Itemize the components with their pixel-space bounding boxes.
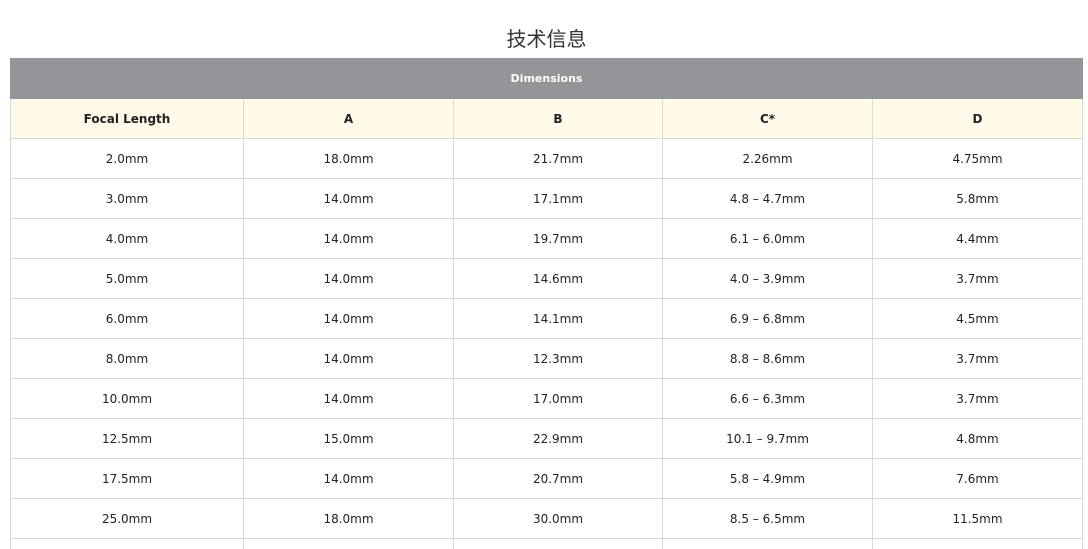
table-cell: 20.7mm [454,459,663,499]
table-cell: 8.5 – 6.5mm [663,499,873,539]
table-cell: 14.1mm [454,299,663,339]
table-column-header-row: Focal Length A B C* D [11,99,1083,139]
table-cell: 4.8mm [873,419,1083,459]
table-cell: 4.5mm [873,299,1083,339]
table-cell: 4.0 – 3.9mm [663,259,873,299]
table-row: 12.5mm 15.0mm 22.9mm 10.1 – 9.7mm 4.8mm [11,419,1083,459]
table-cell: 2.0mm [11,139,244,179]
table-cell: 3.7mm [873,259,1083,299]
table-cell: 6.6 – 6.3mm [663,379,873,419]
table-cell: 12.5mm [11,419,244,459]
table-row: 4.0mm 14.0mm 19.7mm 6.1 – 6.0mm 4.4mm [11,219,1083,259]
table-cell: 14.0mm [244,459,454,499]
table-cell: 14.0mm [244,339,454,379]
table-row: 25.0mm 18.0mm 30.0mm 8.5 – 6.5mm 11.5mm [11,499,1083,539]
table-cell: 21.7mm [454,139,663,179]
table-cell: 6.0mm [11,299,244,339]
table-cell: 15.0mm [244,419,454,459]
page-title: 技术信息 [0,24,1088,54]
dimensions-table: Dimensions Focal Length A B C* D 2.0mm 1… [10,58,1083,549]
table-cell: 8.0mm [11,339,244,379]
table-cell: 2.26mm [663,139,873,179]
column-header-c: C* [663,99,873,139]
table-cell: 5.8 – 4.9mm [663,459,873,499]
table-cell: 4.8 – 4.7mm [663,179,873,219]
table-cell: 3.7mm [873,339,1083,379]
table-group-header-row: Dimensions [11,59,1083,99]
table-cell: 5.0mm [11,259,244,299]
table-cell: 14.6mm [454,259,663,299]
table-cell: 8.8 – 8.6mm [663,339,873,379]
table-cell: 7.6mm [873,459,1083,499]
column-header-focal-length: Focal Length [11,99,244,139]
table-cell: 17.0mm [454,379,663,419]
table-cell: 6.9 – 6.8mm [663,299,873,339]
column-header-a: A [244,99,454,139]
table-cell: 22.9mm [454,419,663,459]
table-cell: 12.3mm [454,339,663,379]
table-cell: 14.0mm [244,179,454,219]
table-cell: 5.8mm [873,179,1083,219]
table-cell: 18.0mm [244,499,454,539]
column-header-b: B [454,99,663,139]
table-cell: 3.0mm [11,179,244,219]
table-cell: 17.5mm [11,459,244,499]
table-cell: 11.5mm [873,499,1083,539]
table-cell: 17.1mm [454,179,663,219]
table-cell: 14.0mm [244,259,454,299]
table-row: 3.0mm 14.0mm 17.1mm 4.8 – 4.7mm 5.8mm [11,179,1083,219]
table-cell: 6.1 – 6.0mm [663,219,873,259]
table-cell: 4.0mm [11,219,244,259]
table-cell: 10.0mm [11,379,244,419]
dimensions-group-header: Dimensions [11,59,1083,99]
table-row: 17.5mm 14.0mm 20.7mm 5.8 – 4.9mm 7.6mm [11,459,1083,499]
table-cell: 4.75mm [873,139,1083,179]
table-row: 8.0mm 14.0mm 12.3mm 8.8 – 8.6mm 3.7mm [11,339,1083,379]
table-row: 5.0mm 14.0mm 14.6mm 4.0 – 3.9mm 3.7mm [11,259,1083,299]
column-header-d: D [873,99,1083,139]
table-row: 2.0mm 18.0mm 21.7mm 2.26mm 4.75mm [11,139,1083,179]
table-row: 10.0mm 14.0mm 17.0mm 6.6 – 6.3mm 3.7mm [11,379,1083,419]
table-cell: 3.7mm [873,379,1083,419]
table-cell: 14.0mm [244,219,454,259]
table-cell: 18.0mm [244,139,454,179]
table-cell: 25.0mm [11,499,244,539]
table-cell: 14.0mm [244,379,454,419]
table-cell: 30.0mm [454,499,663,539]
table-cell: 10.1 – 9.7mm [663,419,873,459]
table-row: 6.0mm 14.0mm 14.1mm 6.9 – 6.8mm 4.5mm [11,299,1083,339]
table-cell: 14.0mm [244,299,454,339]
table-cell: 19.7mm [454,219,663,259]
table-cell: 4.4mm [873,219,1083,259]
